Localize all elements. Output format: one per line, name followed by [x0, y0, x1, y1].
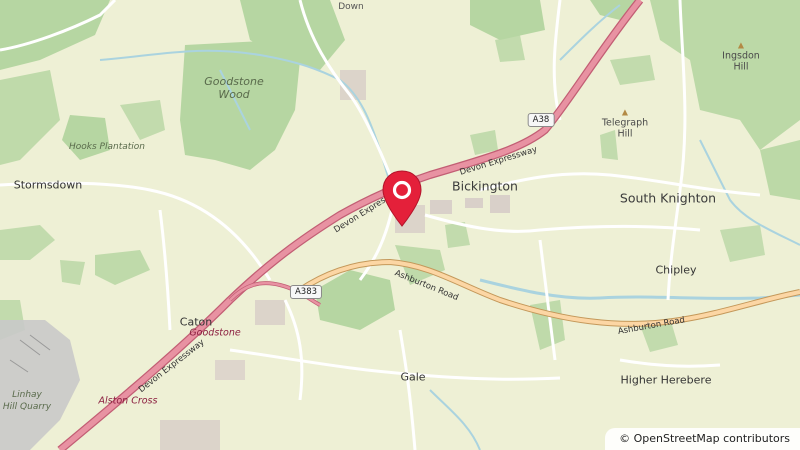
- quarry-area: [0, 320, 80, 450]
- linhay-line2: Hill Quarry: [2, 402, 52, 412]
- label-alston-cross: Alston Cross: [98, 395, 158, 407]
- ingsdon-line2: Hill: [733, 61, 749, 73]
- location-marker-icon[interactable]: [382, 170, 422, 228]
- peak-icon: ▲: [737, 40, 745, 50]
- telegraph-line1: Telegraph: [601, 117, 649, 129]
- place-label-gale: Gale: [400, 370, 426, 384]
- map-view[interactable]: Bickington South Knighton Stormsdown Cat…: [0, 0, 800, 450]
- wood-label-line1: Goodstone: [204, 75, 264, 88]
- wood-label-line2: Wood: [218, 88, 250, 101]
- place-label-bickington: Bickington: [452, 178, 518, 194]
- hill-label-telegraph: ▲ Telegraph Hill: [602, 107, 648, 140]
- label-linhay-quarry: Linhay Hill Quarry: [3, 389, 51, 413]
- attribution-text[interactable]: © OpenStreetMap contributors: [619, 432, 790, 445]
- place-label-stormsdown: Stormsdown: [13, 178, 83, 192]
- label-goodstone-junction: Goodstone: [189, 327, 241, 339]
- wood-label-goodstone: Goodstone Wood: [204, 75, 263, 101]
- hill-label-ingsdon: ▲ Ingsdon Hill: [722, 40, 760, 73]
- place-label-chipley: Chipley: [655, 263, 697, 277]
- ingsdon-line1: Ingsdon: [722, 50, 760, 62]
- place-label-south-knighton: South Knighton: [619, 190, 717, 206]
- place-label-down: Down: [338, 2, 364, 12]
- wood-label-hooks-plantation: Hooks Plantation: [69, 142, 145, 152]
- telegraph-line2: Hill: [617, 128, 633, 140]
- linhay-line1: Linhay: [12, 390, 42, 400]
- place-label-higher-herebere: Higher Herebere: [620, 373, 712, 387]
- map-attribution[interactable]: © OpenStreetMap contributors: [605, 428, 800, 450]
- road-shield-a38: A38: [527, 113, 555, 127]
- peak-icon: ▲: [621, 107, 629, 117]
- road-shield-a383: A383: [289, 285, 323, 299]
